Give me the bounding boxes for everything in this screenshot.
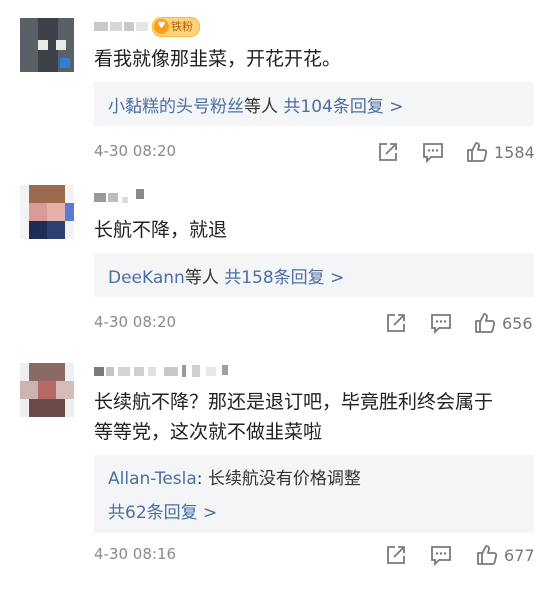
reply-summary[interactable]: 小黏糕的头号粉丝等人 共104条回复 > xyxy=(94,82,534,126)
comment-text: 看我就像那韭菜，开花开花。 xyxy=(94,44,534,74)
comment-text-line: 等等党，这次就不做韭菜啦 xyxy=(94,421,323,443)
like-count: 1584 xyxy=(494,142,535,162)
reply-summary-line[interactable]: 小黏糕的头号粉丝等人 共104条回复 > xyxy=(108,92,404,117)
reply-user-link[interactable]: Allan-Tesla xyxy=(108,469,197,489)
comment-text: 长续航不降？那还是退订吧，毕竟胜利终会属于 等等党，这次就不做韭菜啦 xyxy=(94,387,534,447)
share-icon xyxy=(387,314,405,332)
comment-item: ♥ 铁粉 看我就像那韭菜，开花开花。 小黏糕的头号粉丝等人 共104条回复 > … xyxy=(0,0,553,175)
comment-icon xyxy=(423,143,443,163)
thumbs-up-icon xyxy=(477,545,498,565)
share-button[interactable] xyxy=(385,309,407,337)
reply-count-link[interactable]: 共104条回复 > xyxy=(283,97,403,117)
like-button[interactable]: 1584 xyxy=(466,138,535,166)
comment-footer: 4-30 08:20 1584 xyxy=(94,138,535,166)
timestamp: 4-30 08:20 xyxy=(94,142,177,160)
like-count: 677 xyxy=(504,545,535,565)
share-icon xyxy=(379,143,397,161)
avatar[interactable] xyxy=(20,363,74,417)
comment-text-line: 长航不降，就退 xyxy=(94,219,228,241)
reply-summary[interactable]: Allan-Tesla: 长续航没有价格调整 共62条回复 > xyxy=(94,455,534,533)
comment-button[interactable] xyxy=(422,138,444,166)
avatar[interactable] xyxy=(20,18,74,72)
like-count: 656 xyxy=(502,313,533,333)
like-button[interactable]: 656 xyxy=(474,309,533,337)
reply-user-link[interactable]: DeeKann xyxy=(108,268,185,288)
fan-badge-label: 铁粉 xyxy=(171,20,193,33)
comment-icon xyxy=(431,546,451,566)
comment-text: 长航不降，就退 xyxy=(94,215,534,245)
comment-button[interactable] xyxy=(430,541,452,569)
reply-others-text: 等人 xyxy=(244,97,278,117)
like-button[interactable]: 677 xyxy=(476,541,535,569)
share-button[interactable] xyxy=(385,541,407,569)
reply-count-link[interactable]: 共158条回复 > xyxy=(224,268,344,288)
thumbs-up-icon xyxy=(475,313,496,333)
comment-text-line: 看我就像那韭菜，开花开花。 xyxy=(94,48,342,70)
username-masked[interactable] xyxy=(94,361,264,383)
reply-others-text: 等人 xyxy=(184,268,219,288)
thumbs-up-icon xyxy=(467,142,488,162)
fan-badge-icon: ♥ xyxy=(154,19,169,34)
reply-preview-line[interactable]: Allan-Tesla: 长续航没有价格调整 xyxy=(108,464,361,489)
fan-badge: ♥ 铁粉 xyxy=(152,17,200,37)
share-button[interactable] xyxy=(377,138,399,166)
reply-preview-text: : 长续航没有价格调整 xyxy=(196,469,361,489)
username-masked[interactable]: ♥ 铁粉 xyxy=(94,16,234,38)
share-icon xyxy=(387,546,405,564)
timestamp: 4-30 08:20 xyxy=(94,313,177,331)
reply-summary-line[interactable]: DeeKann等人 共158条回复 > xyxy=(108,263,344,288)
comment-button[interactable] xyxy=(430,309,452,337)
comment-item: 长航不降，就退 DeeKann等人 共158条回复 > 4-30 08:20 6… xyxy=(0,175,553,345)
reply-user-link[interactable]: 小黏糕的头号粉丝 xyxy=(108,97,244,117)
reply-count-line[interactable]: 共62条回复 > xyxy=(108,498,217,523)
comment-footer: 4-30 08:20 656 xyxy=(94,309,534,337)
reply-count-link[interactable]: 共62条回复 > xyxy=(108,503,217,523)
comment-footer: 4-30 08:16 677 xyxy=(94,541,535,569)
avatar[interactable] xyxy=(20,185,74,239)
reply-summary[interactable]: DeeKann等人 共158条回复 > xyxy=(94,253,534,297)
comment-icon xyxy=(431,314,451,334)
comment-item: 长续航不降？那还是退订吧，毕竟胜利终会属于 等等党，这次就不做韭菜啦 Allan… xyxy=(0,345,553,591)
comment-text-line: 长续航不降？那还是退订吧，毕竟胜利终会属于 xyxy=(94,391,494,413)
timestamp: 4-30 08:16 xyxy=(94,545,177,563)
username-masked[interactable] xyxy=(94,187,174,209)
